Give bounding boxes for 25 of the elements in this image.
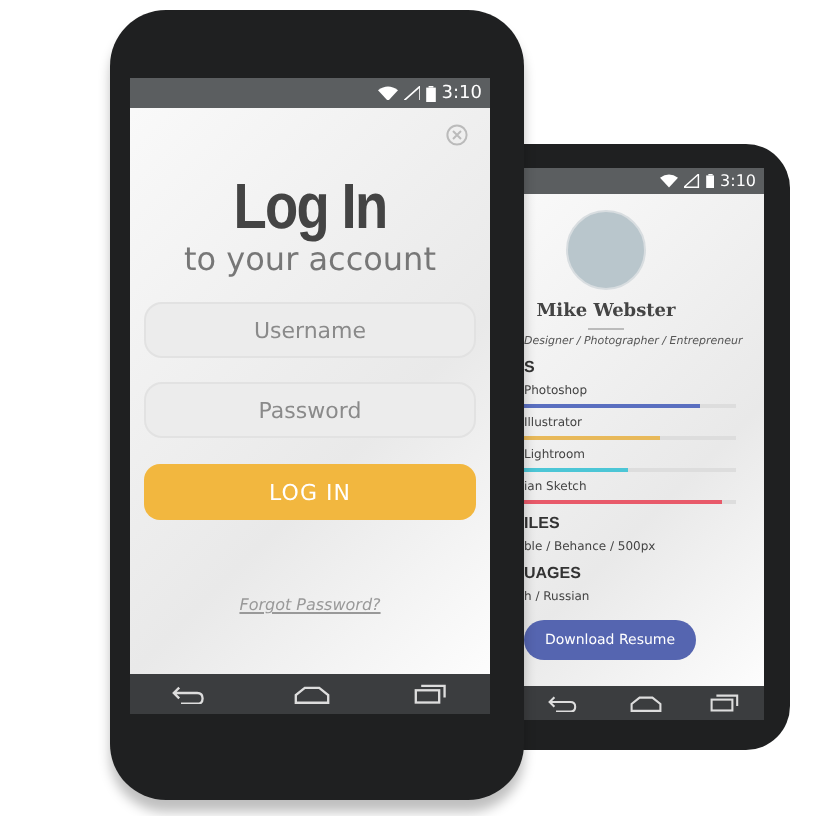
section-heading: ILES — [524, 514, 560, 532]
status-time: 3:10 — [720, 172, 756, 190]
login-title: Log In — [233, 174, 387, 238]
recents-icon[interactable] — [414, 684, 448, 704]
input-field[interactable]: Password — [144, 382, 476, 438]
signal-icon — [403, 85, 420, 101]
signal-icon — [684, 174, 700, 188]
section-heading: UAGES — [524, 564, 581, 582]
login-subtitle: to your account — [184, 240, 436, 278]
input-field[interactable]: Username — [144, 302, 476, 358]
home-icon[interactable] — [293, 685, 330, 703]
home-icon[interactable] — [629, 695, 662, 711]
status-time: 3:10 — [441, 83, 482, 103]
login-button[interactable]: LOG IN — [144, 464, 476, 520]
back-icon[interactable] — [172, 683, 209, 705]
profile-name: Mike Webster — [536, 302, 676, 322]
battery-icon — [425, 85, 436, 101]
wifi-icon — [377, 85, 398, 101]
forgot-password-link[interactable]: Forgot Password? — [239, 596, 381, 614]
recents-icon[interactable] — [710, 694, 740, 712]
section-heading: S — [524, 358, 535, 376]
battery-icon — [705, 173, 715, 189]
wifi-icon — [660, 174, 679, 188]
avatar-photo-placeholder — [566, 210, 646, 290]
back-icon[interactable] — [548, 693, 581, 713]
